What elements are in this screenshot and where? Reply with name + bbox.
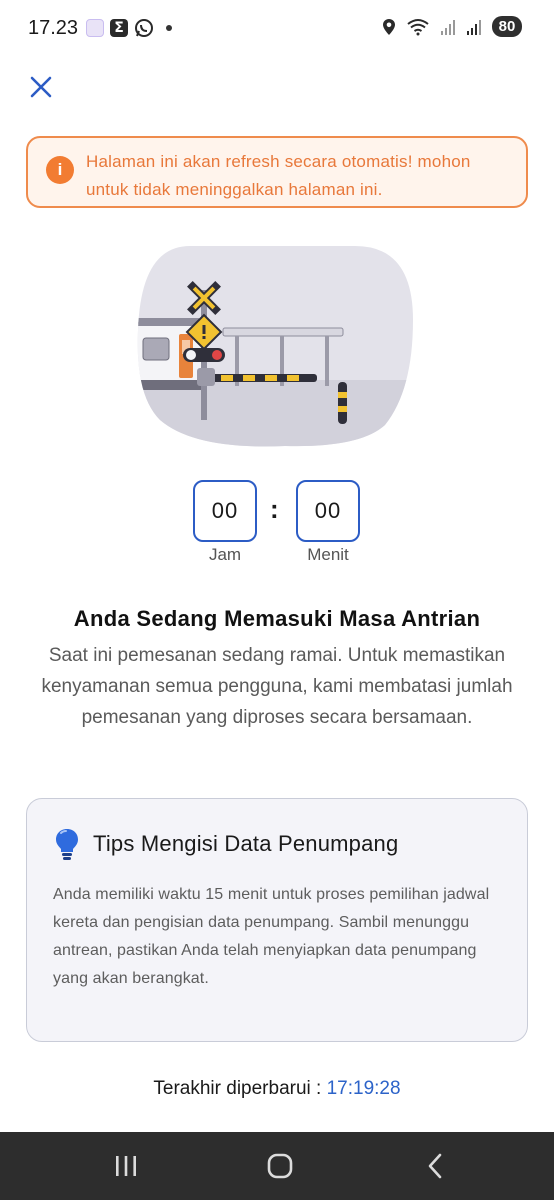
minutes-box: 00 bbox=[296, 480, 360, 542]
last-updated-label: Terakhir diperbarui : bbox=[153, 1078, 322, 1099]
whatsapp-icon bbox=[135, 19, 153, 37]
recent-apps-button[interactable] bbox=[106, 1150, 146, 1182]
signal-icon-2 bbox=[467, 19, 481, 35]
auto-refresh-alert: i Halaman ini akan refresh secara otomat… bbox=[26, 136, 528, 208]
info-icon: i bbox=[46, 156, 74, 184]
back-button[interactable] bbox=[416, 1150, 456, 1182]
signal-icon-1 bbox=[441, 19, 455, 35]
hours-box: 00 bbox=[193, 480, 257, 542]
queue-description: Saat ini pemesanan sedang ramai. Untuk m… bbox=[41, 645, 513, 728]
sigma-app-icon: Σ bbox=[110, 19, 128, 37]
hours-label: Jam bbox=[208, 545, 242, 564]
tips-body: Anda memiliki waktu 15 menit untuk prose… bbox=[53, 886, 490, 987]
status-time: 17.23 bbox=[28, 17, 79, 39]
queue-title: Anda Sedang Memasuki Masa Antrian bbox=[73, 606, 481, 631]
system-navigation-bar bbox=[0, 1132, 554, 1200]
countdown-timer: 00 : 00 Jam Menit bbox=[0, 480, 554, 570]
tips-card: Tips Mengisi Data Penumpang Anda memilik… bbox=[26, 798, 528, 1042]
battery-indicator: 80 bbox=[492, 16, 522, 37]
home-icon bbox=[267, 1153, 293, 1179]
lightbulb-icon bbox=[56, 829, 78, 860]
timer-separator: : bbox=[270, 494, 279, 524]
last-updated-time: 17:19:28 bbox=[326, 1078, 401, 1099]
recent-apps-icon bbox=[116, 1156, 136, 1176]
close-icon bbox=[30, 76, 52, 98]
railway-crossing-illustration bbox=[137, 246, 414, 447]
location-icon bbox=[383, 18, 395, 35]
status-bar: 17.23 Σ 80 bbox=[0, 0, 554, 58]
system-icons: 80 bbox=[382, 16, 522, 37]
tips-header: Tips Mengisi Data Penumpang bbox=[53, 827, 501, 861]
last-updated: Terakhir diperbarui : 17:19:28 bbox=[0, 1078, 554, 1100]
wifi-icon bbox=[407, 18, 429, 35]
close-button[interactable] bbox=[26, 72, 56, 102]
alert-message: Halaman ini akan refresh secara otomatis… bbox=[86, 152, 471, 199]
back-icon bbox=[428, 1153, 442, 1179]
minutes-label: Menit bbox=[307, 545, 349, 564]
more-notifications-dot bbox=[166, 25, 172, 31]
notification-icons: Σ bbox=[86, 18, 172, 38]
tips-title: Tips Mengisi Data Penumpang bbox=[93, 831, 399, 856]
app-notification-icon bbox=[86, 19, 104, 37]
home-button[interactable] bbox=[260, 1150, 300, 1182]
